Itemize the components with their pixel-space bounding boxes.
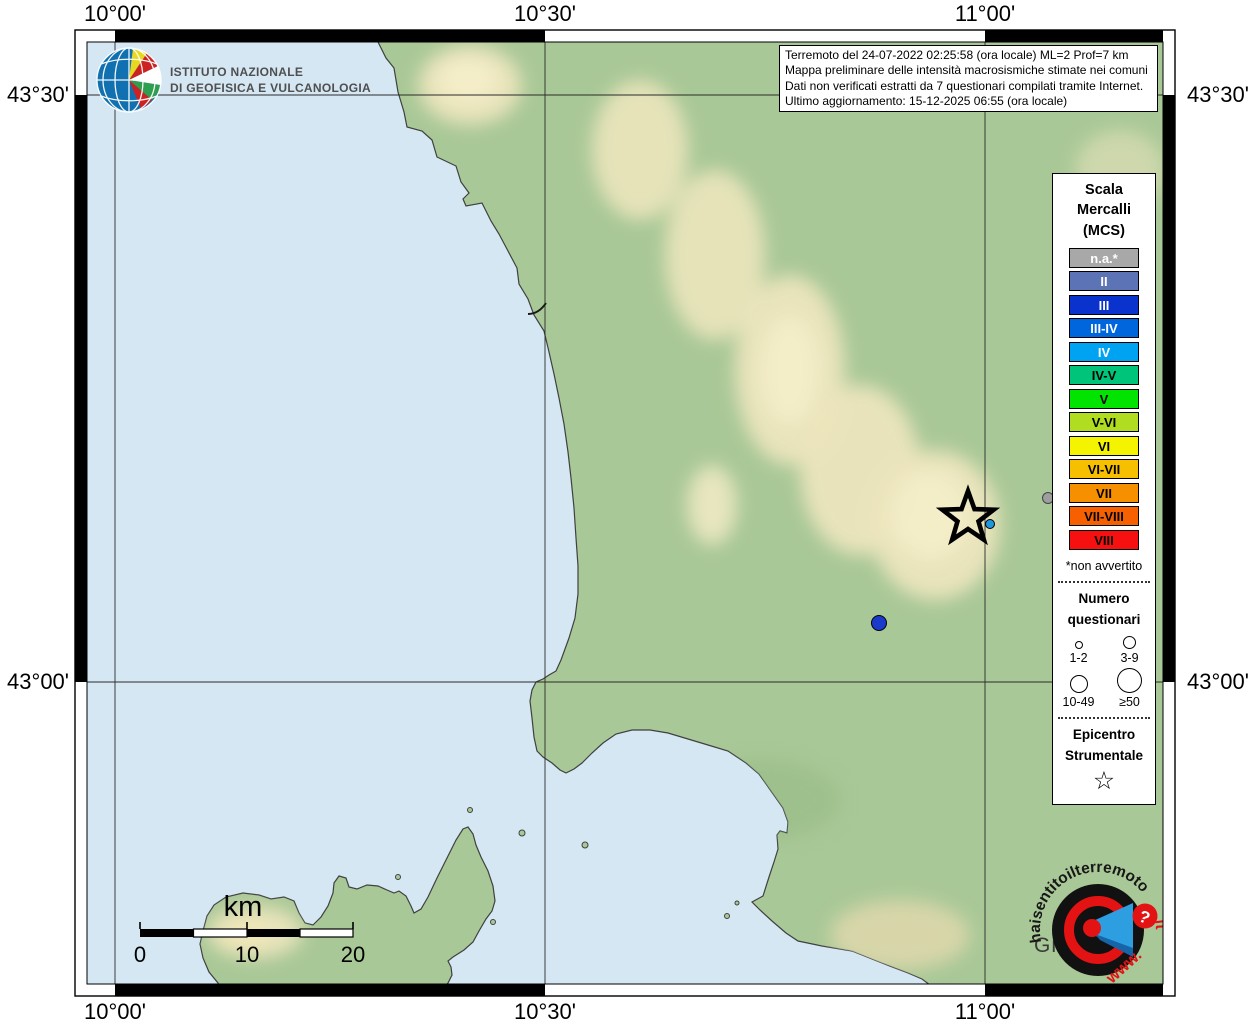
size-key-3-9: 3-9 xyxy=(1104,636,1155,665)
axis-bottom-lon1: 10°00' xyxy=(84,999,146,1024)
legend-divider xyxy=(1058,581,1150,583)
mcs-class-chip: VI xyxy=(1069,436,1139,456)
event-info-line4: Ultimo aggiornamento: 15-12-2025 06:55 (… xyxy=(785,94,1152,109)
size-key-50plus: ≥50 xyxy=(1104,668,1155,709)
axis-bottom-lon3: 11°00' xyxy=(955,999,1015,1024)
questionnaire-title-line2: questionari xyxy=(1053,610,1155,631)
macroseismic-intensity-map: ISTITUTO NAZIONALE DI GEOFISICA E VULCAN… xyxy=(0,0,1256,1024)
mcs-class-chip: III-IV xyxy=(1069,318,1139,338)
scale-tick-10: 10 xyxy=(235,942,259,967)
observation-dot-iii xyxy=(872,616,887,631)
questionnaire-size-key: 1-2 3-9 10-49 ≥50 xyxy=(1053,636,1155,709)
axis-top-lon3: 11°00' xyxy=(955,1,1015,26)
scale-unit: km xyxy=(224,891,263,923)
epicenter-star-key-icon: ☆ xyxy=(1053,768,1155,794)
event-info-line3: Dati non verificati estratti da 7 questi… xyxy=(785,79,1152,94)
mcs-class-chip: V-VI xyxy=(1069,412,1139,432)
scale-tick-0: 0 xyxy=(134,942,146,967)
axis-left-lat1: 43°30' xyxy=(7,82,69,107)
axis-top-lon2: 10°30' xyxy=(514,1,576,26)
size-label: 1-2 xyxy=(1069,651,1087,665)
size-circle-large-icon xyxy=(1070,675,1088,693)
mcs-class-chip: IV-V xyxy=(1069,365,1139,385)
mcs-class-chip: IV xyxy=(1069,342,1139,362)
mcs-class-chip: VIII xyxy=(1069,530,1139,550)
legend-title: Scala Mercalli (MCS) xyxy=(1053,180,1155,241)
size-circle-xlarge-icon xyxy=(1117,668,1142,693)
legend-title-line3: (MCS) xyxy=(1053,221,1155,241)
mcs-class-chip: n.a.* xyxy=(1069,248,1139,268)
epicenter-title-line2: Strumentale xyxy=(1053,746,1155,767)
mcs-class-chip: III xyxy=(1069,295,1139,315)
mcs-class-chip: VII xyxy=(1069,483,1139,503)
axis-left-lat2: 43°00' xyxy=(7,669,69,694)
axis-top-lon1: 10°00' xyxy=(84,1,146,26)
legend-panel: Scala Mercalli (MCS) n.a.* II III III-IV… xyxy=(1052,173,1156,805)
legend-footnote: *non avvertito xyxy=(1053,559,1155,573)
event-info-box: Terremoto del 24-07-2022 02:25:58 (ora l… xyxy=(779,45,1158,112)
event-info-line2: Mappa preliminare delle intensità macros… xyxy=(785,63,1152,78)
size-label: ≥50 xyxy=(1119,695,1140,709)
size-label: 10-49 xyxy=(1063,695,1095,709)
questionnaire-count-title: Numero questionari xyxy=(1053,589,1155,631)
axis-bottom-lon2: 10°30' xyxy=(514,999,576,1024)
event-info-line1: Terremoto del 24-07-2022 02:25:58 (ora l… xyxy=(785,48,1152,63)
mcs-scale-chips: n.a.* II III III-IV IV IV-V V V-VI VI VI… xyxy=(1053,248,1155,550)
size-key-10-49: 10-49 xyxy=(1053,675,1104,709)
size-circle-medium-icon xyxy=(1123,636,1136,649)
legend-divider xyxy=(1058,717,1150,719)
scale-tick-20: 20 xyxy=(341,942,365,967)
epicenter-title-line1: Epicentro xyxy=(1053,725,1155,746)
mcs-class-chip: V xyxy=(1069,389,1139,409)
ingv-logo-line2: DI GEOFISICA E VULCANOLOGIA xyxy=(170,81,371,95)
observation-dot-iv xyxy=(986,520,995,529)
axis-right-lat2: 43°00' xyxy=(1187,669,1249,694)
legend-title-line1: Scala xyxy=(1053,180,1155,200)
legend-title-line2: Mercalli xyxy=(1053,200,1155,220)
axis-right-lat1: 43°30' xyxy=(1187,82,1249,107)
size-circle-small-icon xyxy=(1075,641,1083,649)
size-label: 3-9 xyxy=(1120,651,1138,665)
mcs-class-chip: VII-VIII xyxy=(1069,506,1139,526)
ingv-logo-line1: ISTITUTO NAZIONALE xyxy=(170,65,303,79)
epicenter-key-title: Epicentro Strumentale xyxy=(1053,725,1155,767)
questionnaire-title-line1: Numero xyxy=(1053,589,1155,610)
size-key-1-2: 1-2 xyxy=(1053,641,1104,665)
mcs-class-chip: II xyxy=(1069,271,1139,291)
mcs-class-chip: VI-VII xyxy=(1069,459,1139,479)
